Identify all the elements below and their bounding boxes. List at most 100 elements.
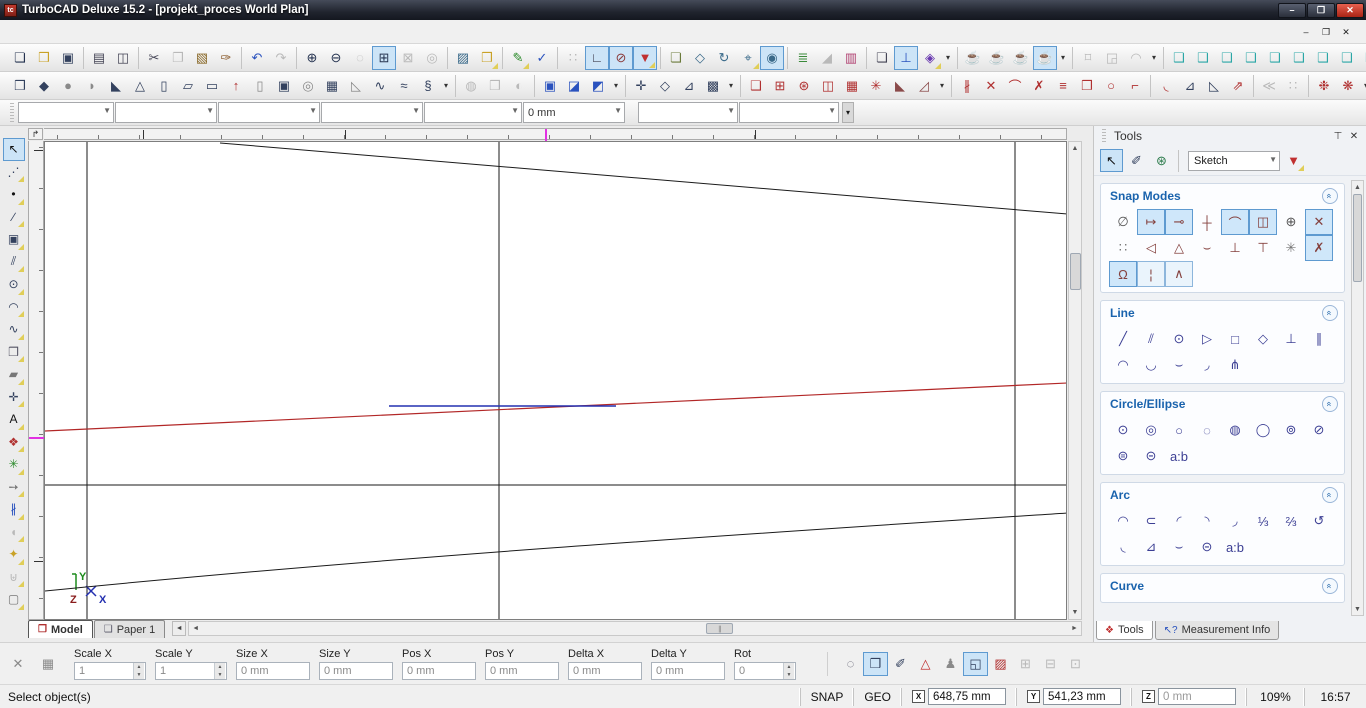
property-combo-8[interactable]: ▼ <box>739 102 839 123</box>
concentric-arc-icon[interactable]: ⊂ <box>1137 508 1165 534</box>
boolean-intersect-icon[interactable]: ◩ <box>586 74 610 98</box>
tangent-three-circle-icon[interactable]: ⊚ <box>1277 417 1305 443</box>
combo-arrow-icon[interactable]: ▼ <box>511 106 519 115</box>
scale-copy-icon[interactable]: ◿ <box>912 74 936 98</box>
snap-toggle-tool-icon[interactable]: ✳ <box>3 453 25 476</box>
scroll-left-icon[interactable]: ◄ <box>189 622 202 635</box>
snap-intersection-icon[interactable]: ✕ <box>1305 209 1333 235</box>
z-coordinate-input[interactable]: 0 mm <box>1158 688 1236 705</box>
snap-indicator[interactable]: SNAP <box>799 687 854 706</box>
save-icon[interactable]: ▣ <box>56 46 80 70</box>
render-wireframe-icon[interactable]: ☕ <box>961 46 985 70</box>
snap-tangent-icon[interactable]: ⌣ <box>1193 235 1221 261</box>
zoom-printed-size-icon[interactable]: ◲ <box>1100 46 1124 70</box>
snap-coincident-icon[interactable]: ↦ <box>1137 209 1165 235</box>
grid-handles-icon[interactable]: ⊞ <box>1013 652 1038 676</box>
inspector-input[interactable]: 0 mm ▲▼ <box>319 661 393 680</box>
zoom-window-icon[interactable]: ⊞ <box>372 45 396 70</box>
snap-perpendicular-base-icon[interactable]: ⊤ <box>1249 235 1277 261</box>
polar-array-icon[interactable]: ✳ <box>864 74 888 98</box>
property-combo-5[interactable]: ▼ <box>424 102 522 123</box>
property-combo-3[interactable]: ▼ <box>218 102 320 123</box>
perpendicular-to-arc-icon[interactable]: ◞ <box>1193 352 1221 378</box>
measure-plane-icon[interactable]: ◇ <box>653 74 677 98</box>
sphere-gray-icon[interactable]: ◍ <box>459 74 483 98</box>
inflate-tool-icon[interactable]: ❉ <box>1312 74 1336 98</box>
circular-array-icon[interactable]: ⊛ <box>792 74 816 98</box>
grid-array-icon[interactable]: ▦ <box>840 74 864 98</box>
elliptical-arc-icon[interactable]: ⌣ <box>1165 534 1193 560</box>
panel-scroll-up-icon[interactable]: ▲ <box>1352 181 1363 193</box>
snap-nearest-icon[interactable]: ◁ <box>1137 235 1165 261</box>
inspector-input[interactable]: 0 ▲ ▼ <box>734 661 796 680</box>
zoom-level[interactable]: 109% <box>1246 687 1304 706</box>
cylinder-3d-icon[interactable]: ▯ <box>152 74 176 98</box>
inspector-input[interactable]: 0 mm ▲▼ <box>568 661 642 680</box>
crossing-select-icon[interactable]: ▨ <box>988 652 1013 676</box>
canvas-hscrollbar[interactable]: ◄ ∥ ► <box>188 621 1082 636</box>
property-combo-2[interactable]: ▼ <box>115 102 217 123</box>
spline-3d-icon[interactable]: ≈ <box>392 74 416 98</box>
tangent-two-arcs-icon[interactable]: ⌣ <box>1165 352 1193 378</box>
measure-angle-icon[interactable]: ⊿ <box>677 74 701 98</box>
mirror-copy-icon[interactable]: ◫ <box>816 74 840 98</box>
layers-icon[interactable]: ≣ <box>791 46 815 70</box>
modify-overflow-icon[interactable]: ▾ <box>1360 74 1366 98</box>
view-top-icon[interactable]: ❑ <box>1215 46 1239 70</box>
panel-tab-tools[interactable]: ❖ Tools <box>1096 621 1153 640</box>
snap-grid-icon[interactable]: ∷ <box>1109 235 1137 261</box>
text-tool-icon[interactable]: A <box>3 408 25 431</box>
actor-icon[interactable]: ♟ <box>938 652 963 676</box>
view-left-icon[interactable]: ❑ <box>1263 46 1287 70</box>
hscroll-thumb[interactable]: ∥ <box>706 623 734 634</box>
ortho-toggle-icon[interactable]: ∟ <box>585 45 609 70</box>
inspector-input[interactable]: 1 ▲ ▼ <box>155 661 227 680</box>
three-point-circle-icon[interactable]: ◌ <box>1193 417 1221 443</box>
walk-through-icon[interactable]: ⌖ <box>736 46 760 70</box>
tangent-point-arc-icon[interactable]: ◟ <box>1109 534 1137 560</box>
mdi-close-button[interactable]: ✕ <box>1336 24 1356 40</box>
toolbar-overflow-icon[interactable]: ▾ <box>942 46 954 70</box>
arc-tool-icon[interactable]: ◠ <box>3 296 25 319</box>
deform-tool-icon[interactable]: ❋ <box>1336 74 1360 98</box>
ruler-corner-icon[interactable]: ↱ <box>28 128 43 140</box>
ratio-arc-icon[interactable]: a:b <box>1221 534 1249 560</box>
collapse-line-icon[interactable]: « <box>1322 305 1338 321</box>
help-book-icon[interactable]: ◈ <box>918 46 942 70</box>
render-draft-icon[interactable]: ☕ <box>1009 46 1033 70</box>
rectangle-tool-icon[interactable]: ▣ <box>3 228 25 251</box>
array-overflow-icon[interactable]: ▾ <box>936 74 948 98</box>
polygon-center-icon[interactable]: ⊙ <box>1165 326 1193 352</box>
single-line-icon[interactable]: ╱ <box>1109 326 1137 352</box>
select-by-type-icon[interactable]: ⌑ <box>1076 46 1100 70</box>
move-tool-icon[interactable]: ✛ <box>3 386 25 409</box>
multiline-branch-icon[interactable]: ⋔ <box>1221 352 1249 378</box>
complement-arc-icon[interactable]: ↺ <box>1305 508 1333 534</box>
rod-3d-icon[interactable]: ▯ <box>248 74 272 98</box>
panel-select-icon[interactable]: ↖ <box>1100 149 1123 172</box>
multi-trim-icon[interactable]: ≡ <box>1051 74 1075 98</box>
irregular-polygon-icon[interactable]: ▷ <box>1193 326 1221 352</box>
zoom-previous-icon[interactable]: ◌ <box>348 46 372 70</box>
circle-tangent-icon[interactable]: ○ <box>1099 74 1123 98</box>
insert-picture-icon[interactable]: ▨ <box>451 46 475 70</box>
concentric-circle-icon[interactable]: ◎ <box>1137 417 1165 443</box>
inspector-input[interactable]: 1 ▲ ▼ <box>74 661 146 680</box>
arc-complement-icon[interactable]: ◟ <box>1154 74 1178 98</box>
render-hidden-line-icon[interactable]: ☕ <box>985 46 1009 70</box>
page-setup-icon[interactable]: ❏ <box>870 46 894 70</box>
collapse-arc-icon[interactable]: « <box>1322 487 1338 503</box>
modify-angle-1-icon[interactable]: ⊿ <box>1178 74 1202 98</box>
center-radius-circle-icon[interactable]: ⊙ <box>1109 417 1137 443</box>
no-snap-icon[interactable]: ∅ <box>1109 209 1137 235</box>
tangent-line-arc-icon[interactable]: ⊿ <box>1137 534 1165 560</box>
transform-tool-icon[interactable]: ▢ <box>3 588 25 611</box>
torus-3d-icon[interactable]: ◎ <box>296 74 320 98</box>
tab-scroll-left-icon[interactable]: ◄ <box>172 621 187 636</box>
inspector-input[interactable]: 0 mm ▲▼ <box>651 661 725 680</box>
boolean-subtract-icon[interactable]: ◪ <box>562 74 586 98</box>
redo-icon[interactable]: ↷ <box>269 46 293 70</box>
view-iso-nw-icon[interactable]: ❑ <box>1335 46 1359 70</box>
thickness-combo[interactable]: 0 mm ▼ <box>523 102 625 123</box>
panel-scrollbar[interactable]: ▲ ▼ <box>1351 180 1364 616</box>
